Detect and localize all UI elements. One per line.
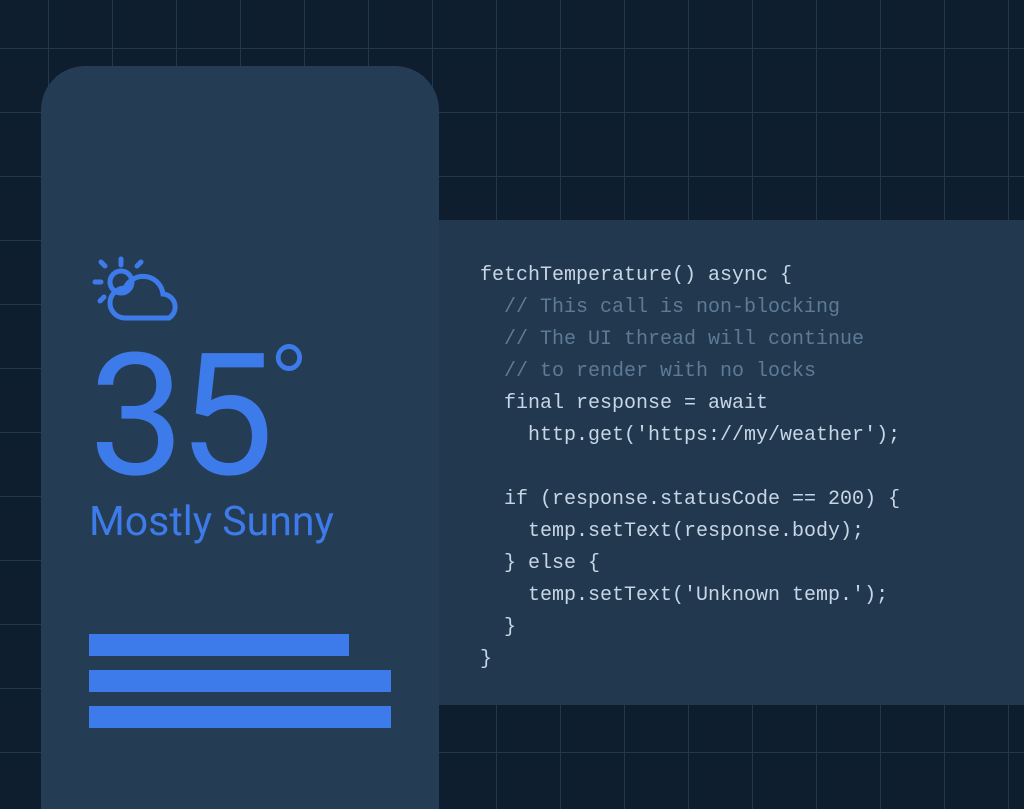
phone-mockup: 35 ° Mostly Sunny — [41, 66, 439, 809]
code-line: } — [480, 616, 516, 639]
code-panel: fetchTemperature() async { // This call … — [430, 220, 1024, 705]
code-line: http.get('https://my/weather'); — [480, 424, 900, 447]
code-comment-line: // This call is non-blocking — [480, 296, 840, 319]
temperature-display: 35 ° — [89, 338, 391, 494]
code-line: fetchTemperature() async { — [480, 264, 792, 287]
condition-label: Mostly Sunny — [89, 498, 391, 546]
placeholder-bar — [89, 706, 391, 728]
code-line: if (response.statusCode == 200) { — [480, 488, 900, 511]
placeholder-bar — [89, 634, 349, 656]
code-comment-line: // The UI thread will continue — [480, 328, 864, 351]
code-line: } else { — [480, 552, 600, 575]
code-line: } — [480, 648, 492, 671]
code-comment-line: // to render with no locks — [480, 360, 816, 383]
code-line: temp.setText(response.body); — [480, 520, 864, 543]
temperature-value: 35 — [89, 338, 268, 494]
code-block: fetchTemperature() async { // This call … — [480, 260, 988, 676]
placeholder-bar — [89, 670, 391, 692]
code-line: final response = await — [480, 392, 768, 415]
degree-symbol: ° — [268, 332, 310, 442]
placeholder-bars — [89, 634, 391, 728]
code-line: temp.setText('Unknown temp.'); — [480, 584, 888, 607]
